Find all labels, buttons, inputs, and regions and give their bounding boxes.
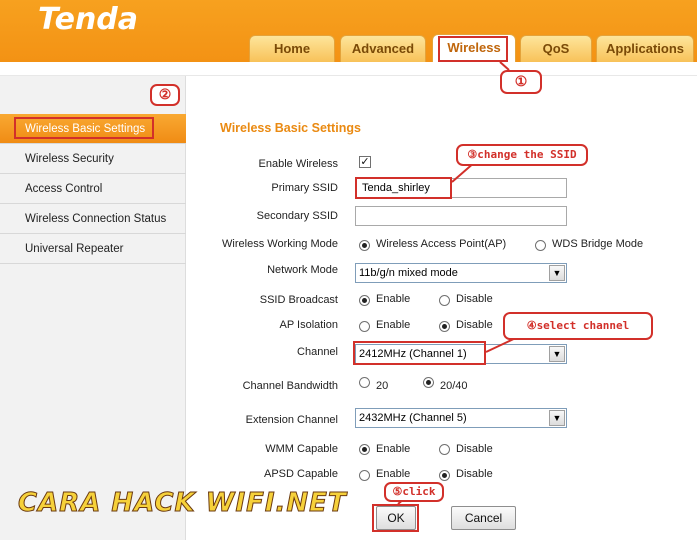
wmm-label: WMM Capable <box>265 443 338 455</box>
sidebar-item-access-control[interactable]: Access Control <box>0 174 186 204</box>
secondary-ssid-label: Secondary SSID <box>256 210 338 222</box>
bandwidth-2040-label: 20/40 <box>440 380 468 392</box>
channel-label: Channel <box>297 346 338 358</box>
ssid-broadcast-label: SSID Broadcast <box>259 294 338 306</box>
sidebar-item-wireless-security[interactable]: Wireless Security <box>0 144 186 174</box>
enable-wireless-checkbox[interactable]: ✓ <box>359 156 371 168</box>
sidebar: Wireless Basic Settings Wireless Securit… <box>0 76 186 540</box>
sidebar-item-wireless-connection-status[interactable]: Wireless Connection Status <box>0 204 186 234</box>
step-3-callout: ③change the SSID <box>456 144 588 166</box>
apsd-enable-radio[interactable] <box>359 470 370 481</box>
cancel-button[interactable]: Cancel <box>451 506 516 530</box>
chevron-down-icon: ▼ <box>549 265 565 281</box>
tab-applications[interactable]: Applications <box>596 35 694 62</box>
enable-wireless-label: Enable Wireless <box>258 158 338 170</box>
ap-isolation-label: AP Isolation <box>279 319 338 331</box>
extension-channel-value: 2432MHz (Channel 5) <box>359 412 467 424</box>
channel-value: 2412MHz (Channel 1) <box>359 348 467 360</box>
header-strip <box>0 62 697 76</box>
wmm-disable-label: Disable <box>456 443 493 455</box>
chevron-down-icon: ▼ <box>549 410 565 426</box>
primary-ssid-input[interactable]: Tenda_shirley <box>355 178 567 198</box>
working-mode-wds-radio[interactable] <box>535 240 546 251</box>
apsd-enable-label: Enable <box>376 468 411 480</box>
tab-advanced[interactable]: Advanced <box>340 35 426 62</box>
apsd-disable-radio[interactable] <box>439 470 450 481</box>
extension-channel-select[interactable]: 2432MHz (Channel 5) ▼ <box>355 408 567 428</box>
network-mode-select[interactable]: 11b/g/n mixed mode ▼ <box>355 263 567 283</box>
secondary-ssid-input[interactable] <box>355 206 567 226</box>
primary-ssid-label: Primary SSID <box>271 182 338 194</box>
wmm-enable-radio[interactable] <box>359 444 370 455</box>
ap-isolation-disable-label: Disable <box>456 319 493 331</box>
chevron-down-icon: ▼ <box>549 346 565 362</box>
ssid-broadcast-disable-label: Disable <box>456 293 493 305</box>
working-mode-label: Wireless Working Mode <box>222 238 338 250</box>
bandwidth-20-label: 20 <box>376 380 389 392</box>
ap-isolation-enable-radio[interactable] <box>359 321 370 332</box>
ssid-broadcast-enable-label: Enable <box>376 293 411 305</box>
channel-bandwidth-label: Channel Bandwidth <box>242 380 338 392</box>
ssid-broadcast-enable-radio[interactable] <box>359 295 370 306</box>
apsd-label: APSD Capable <box>264 468 338 480</box>
step-1-callout: ① <box>500 70 542 94</box>
channel-select[interactable]: 2412MHz (Channel 1) ▼ <box>355 344 567 364</box>
tab-home[interactable]: Home <box>249 35 335 62</box>
header-bar: Tenda Home Advanced Wireless QoS Applica… <box>0 0 697 63</box>
wmm-enable-label: Enable <box>376 443 411 455</box>
ok-button[interactable]: OK <box>376 506 416 530</box>
tenda-logo: Tenda <box>38 2 139 37</box>
apsd-disable-label: Disable <box>456 468 493 480</box>
tab-qos[interactable]: QoS <box>520 35 592 62</box>
sidebar-item-wireless-basic-settings[interactable]: Wireless Basic Settings <box>0 114 186 144</box>
working-mode-wds-label: WDS Bridge Mode <box>552 238 644 250</box>
watermark-logo: CARA HACK WIFI.NET <box>18 488 347 519</box>
page-title: Wireless Basic Settings <box>220 121 361 135</box>
wmm-disable-radio[interactable] <box>439 444 450 455</box>
working-mode-ap-label: Wireless Access Point(AP) <box>376 238 507 250</box>
step-4-callout: ④select channel <box>503 312 653 340</box>
sidebar-item-universal-repeater[interactable]: Universal Repeater <box>0 234 186 264</box>
network-mode-label: Network Mode <box>267 264 338 276</box>
ap-isolation-enable-label: Enable <box>376 319 411 331</box>
ssid-broadcast-disable-radio[interactable] <box>439 295 450 306</box>
bandwidth-20-radio[interactable] <box>359 377 370 388</box>
extension-channel-label: Extension Channel <box>245 414 338 426</box>
network-mode-value: 11b/g/n mixed mode <box>359 267 458 279</box>
tab-wireless[interactable]: Wireless <box>432 34 516 63</box>
bandwidth-2040-radio[interactable] <box>423 377 434 388</box>
working-mode-ap-radio[interactable] <box>359 240 370 251</box>
step-5-callout: ⑤click <box>384 482 444 502</box>
ap-isolation-disable-radio[interactable] <box>439 321 450 332</box>
step-2-callout: ② <box>150 84 180 106</box>
